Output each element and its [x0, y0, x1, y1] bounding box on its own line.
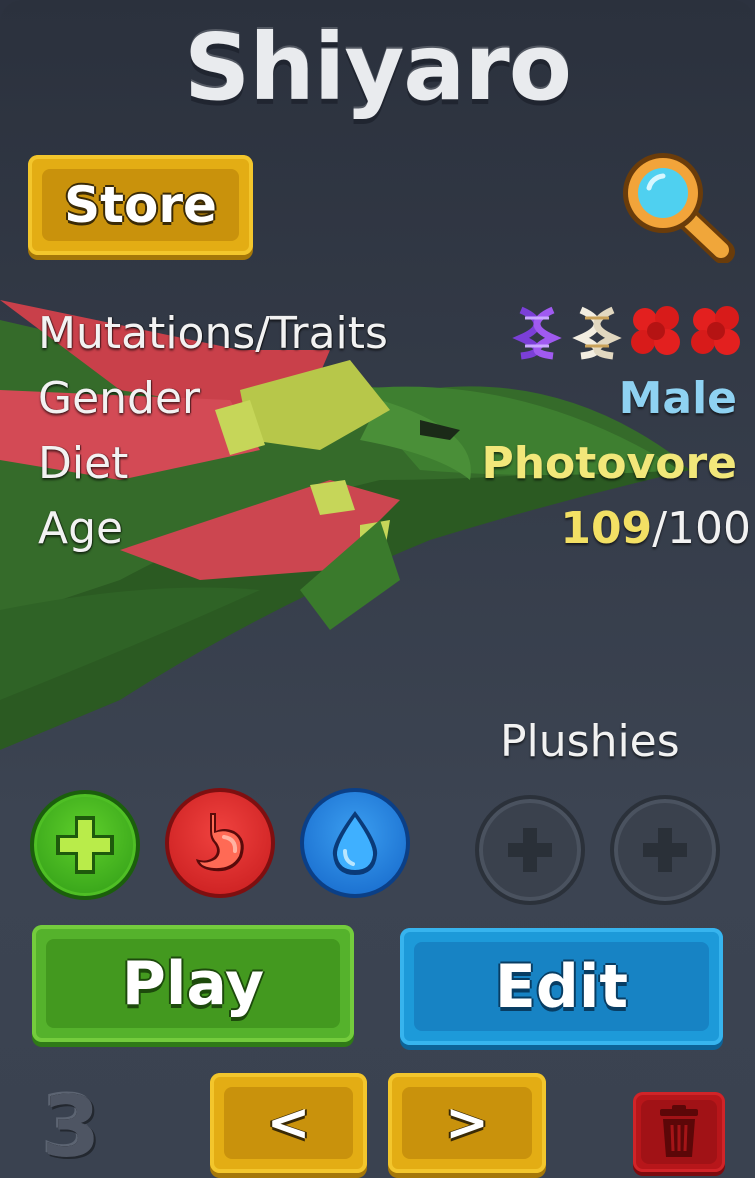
play-button[interactable]: Play	[32, 925, 354, 1042]
water-drop-icon	[332, 811, 378, 875]
gender-label: Gender	[38, 373, 201, 424]
traits-row: Mutations/Traits	[38, 306, 755, 373]
gender-value: Male	[618, 373, 737, 424]
red-cells-icon[interactable]	[689, 304, 745, 360]
age-max: 100	[667, 503, 751, 554]
store-button-label: Store	[64, 176, 217, 234]
magnifier-icon[interactable]	[615, 148, 735, 263]
stats-section: Mutations/Traits Gender Male Diet Photov…	[38, 306, 755, 568]
next-button-label: >	[445, 1093, 489, 1153]
age-value: 109/100	[560, 503, 751, 554]
age-row: Age 109/100	[38, 503, 755, 568]
edit-button-label: Edit	[494, 951, 629, 1022]
purple-dna-icon[interactable]	[509, 304, 565, 360]
stomach-icon	[196, 813, 244, 872]
diet-row: Diet Photovore	[38, 438, 755, 503]
water-button[interactable]	[300, 788, 410, 898]
plus-icon	[508, 828, 552, 872]
plus-icon	[56, 816, 114, 874]
age-current: 109	[560, 503, 653, 554]
slot-number: 3	[42, 1078, 101, 1176]
food-button[interactable]	[165, 788, 275, 898]
diet-label: Diet	[38, 438, 129, 489]
gender-row: Gender Male	[38, 373, 755, 438]
creature-card-panel: Shiyaro Store Mutations/Traits Gender Ma…	[0, 0, 755, 1178]
plushie-slot-2[interactable]	[610, 795, 720, 905]
diet-value: Photovore	[481, 438, 737, 489]
store-button[interactable]: Store	[28, 155, 253, 255]
traits-label: Mutations/Traits	[38, 308, 388, 359]
trash-icon	[660, 1105, 698, 1157]
previous-button[interactable]: <	[210, 1073, 367, 1173]
health-button[interactable]	[30, 790, 140, 900]
age-label: Age	[38, 503, 124, 554]
creature-name: Shiyaro	[184, 14, 572, 121]
next-button[interactable]: >	[388, 1073, 546, 1173]
red-cells-icon[interactable]	[629, 304, 685, 360]
edit-button[interactable]: Edit	[400, 928, 723, 1045]
traits-icons	[509, 304, 745, 360]
delete-button[interactable]	[633, 1092, 725, 1172]
play-button-label: Play	[121, 948, 265, 1019]
previous-button-label: <	[266, 1093, 311, 1153]
plus-icon	[643, 828, 687, 872]
plushies-label: Plushies	[500, 716, 680, 767]
age-separator: /	[652, 503, 668, 554]
white-dna-icon[interactable]	[569, 304, 625, 360]
plushie-slot-1[interactable]	[475, 795, 585, 905]
